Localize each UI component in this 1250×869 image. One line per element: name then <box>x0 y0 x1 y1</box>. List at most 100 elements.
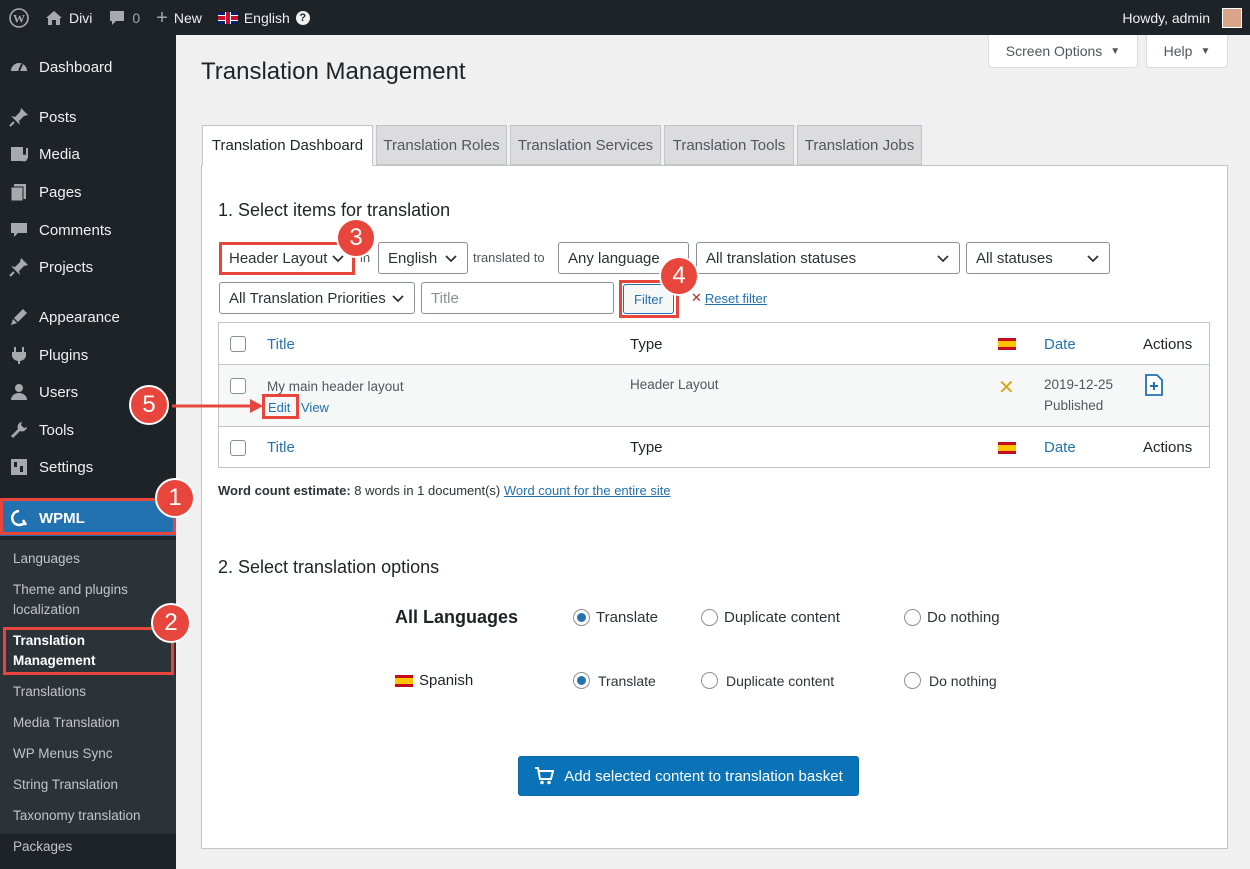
all-do-nothing-radio[interactable]: Do nothing <box>904 609 1000 626</box>
column-date-header[interactable]: Date <box>1044 336 1076 353</box>
row-view-link[interactable]: View <box>301 400 329 415</box>
sidebar-item-posts[interactable]: Posts <box>0 99 176 135</box>
spanish-language-label: Spanish <box>395 672 473 689</box>
sidebar-item-label: Projects <box>39 258 94 276</box>
spanish-do-nothing-radio[interactable]: Do nothing <box>904 672 997 689</box>
column-type-header: Type <box>630 336 663 353</box>
select-all-checkbox[interactable] <box>230 440 246 456</box>
column-title-header[interactable]: Title <box>267 336 295 353</box>
tab-translation-tools[interactable]: Translation Tools <box>664 125 794 165</box>
sidebar-item-pages[interactable]: Pages <box>0 174 176 210</box>
chevron-down-icon <box>445 255 457 263</box>
all-translate-radio[interactable]: Translate <box>573 609 658 626</box>
tab-translation-dashboard[interactable]: Translation Dashboard <box>202 125 373 166</box>
language-label: English <box>243 9 290 26</box>
sidebar-item-projects[interactable]: Projects <box>0 249 176 285</box>
new-content-link[interactable]: + New <box>148 0 210 35</box>
admin-sidebar: Dashboard Posts Media Pages Comments Pro… <box>0 35 176 869</box>
plus-icon: + <box>156 6 168 29</box>
radio-unselected <box>701 672 718 689</box>
reset-filter-label: Reset filter <box>704 290 768 306</box>
sidebar-item-settings[interactable]: Settings <box>0 449 176 485</box>
help-icon: ? <box>295 10 310 25</box>
title-search-input[interactable]: Title <box>421 282 614 314</box>
all-duplicate-radio[interactable]: Duplicate content <box>701 609 840 626</box>
sidebar-item-dashboard[interactable]: Dashboard <box>0 49 176 85</box>
row-type: Header Layout <box>630 377 719 392</box>
submenu-translations[interactable]: Translations <box>13 682 163 702</box>
sidebar-item-label: Media <box>39 145 80 163</box>
sidebar-item-label: Posts <box>39 108 77 126</box>
spanish-translate-radio[interactable]: Translate <box>573 672 656 689</box>
radio-selected <box>573 672 590 689</box>
sidebar-item-label: Tools <box>39 421 75 439</box>
sidebar-item-media[interactable]: Media <box>0 136 176 172</box>
option-label: Translate <box>596 609 658 626</box>
comment-icon <box>110 10 125 25</box>
sidebar-item-label: Plugins <box>39 346 89 364</box>
radio-unselected <box>904 672 921 689</box>
submenu-languages[interactable]: Languages <box>13 549 163 569</box>
caret-down-icon: ▼ <box>1110 45 1121 57</box>
spanish-duplicate-radio[interactable]: Duplicate content <box>701 672 834 689</box>
column-title-footer[interactable]: Title <box>267 439 295 456</box>
tab-translation-services[interactable]: Translation Services <box>510 125 661 165</box>
row-date: 2019-12-25 <box>1044 377 1114 392</box>
translation-status-select[interactable]: All translation statuses <box>696 242 960 274</box>
translation-status-value: All translation statuses <box>706 249 857 267</box>
home-icon <box>46 10 62 25</box>
not-translated-icon[interactable]: ✕ <box>998 375 1015 400</box>
help-button[interactable]: Help ▼ <box>1146 35 1228 68</box>
account-menu[interactable]: Howdy, admin <box>1114 0 1250 35</box>
annotation-highlight-translation-management <box>3 627 174 675</box>
chevron-down-icon <box>1087 255 1099 263</box>
sidebar-item-appearance[interactable]: Appearance <box>0 299 176 335</box>
user-icon <box>9 382 29 402</box>
comments-link[interactable]: 0 <box>100 0 148 35</box>
priority-value: All Translation Priorities <box>229 289 386 307</box>
select-all-checkbox[interactable] <box>230 336 246 352</box>
avatar <box>1222 7 1242 28</box>
sidebar-item-label: Dashboard <box>39 58 113 76</box>
media-icon <box>9 144 29 164</box>
sidebar-item-comments[interactable]: Comments <box>0 212 176 248</box>
submenu-wp-menus-sync[interactable]: WP Menus Sync <box>13 744 163 764</box>
submenu-media-translation[interactable]: Media Translation <box>13 713 163 733</box>
add-translation-icon[interactable] <box>1144 374 1164 400</box>
language-switcher[interactable]: English ? <box>210 0 318 35</box>
submenu-taxonomy-translation[interactable]: Taxonomy translation <box>13 806 163 826</box>
row-checkbox[interactable] <box>230 378 246 394</box>
post-status-value: All statuses <box>976 249 1053 267</box>
sidebar-item-label: Users <box>39 383 79 401</box>
option-label: Do nothing <box>929 672 997 689</box>
column-date-footer[interactable]: Date <box>1044 439 1076 456</box>
priority-select[interactable]: All Translation Priorities <box>219 282 415 314</box>
admin-bar: W Divi 0 + New English ? Howdy, admin <box>0 0 1250 35</box>
screen-options-button[interactable]: Screen Options ▼ <box>988 35 1138 68</box>
section-title-translation-options: 2. Select translation options <box>218 557 440 577</box>
word-count-estimate: Word count estimate: 8 words in 1 docume… <box>218 483 671 498</box>
submenu-string-translation[interactable]: String Translation <box>13 775 163 795</box>
word-count-site-link[interactable]: Word count for the entire site <box>504 483 671 498</box>
annotation-arrow <box>172 399 263 413</box>
option-label: Do nothing <box>927 609 1000 626</box>
post-status-select[interactable]: All statuses <box>966 242 1110 274</box>
site-name-link[interactable]: Divi <box>37 0 100 35</box>
screen-options-label: Screen Options <box>1005 43 1103 59</box>
annotation-badge-3: 3 <box>336 218 376 258</box>
spanish-flag-icon <box>395 674 413 687</box>
table-row: My main header layout Edit View Header L… <box>219 365 1209 427</box>
sidebar-item-plugins[interactable]: Plugins <box>0 337 176 373</box>
annotation-badge-4: 4 <box>659 256 699 296</box>
submenu-packages[interactable]: Packages <box>13 837 163 857</box>
tab-translation-jobs[interactable]: Translation Jobs <box>797 125 922 165</box>
source-language-select[interactable]: English <box>378 242 468 274</box>
tab-translation-roles[interactable]: Translation Roles <box>376 125 507 165</box>
settings-icon <box>9 457 29 477</box>
submenu-theme-plugins-localization[interactable]: Theme and plugins localization <box>13 580 163 620</box>
wordpress-logo-icon[interactable]: W <box>0 0 37 35</box>
translated-to-label: translated to <box>473 250 545 265</box>
source-language-value: English <box>388 249 438 267</box>
reset-filter-link[interactable]: ✕ Reset filter <box>691 290 767 306</box>
add-to-basket-button[interactable]: Add selected content to translation bask… <box>518 756 859 796</box>
